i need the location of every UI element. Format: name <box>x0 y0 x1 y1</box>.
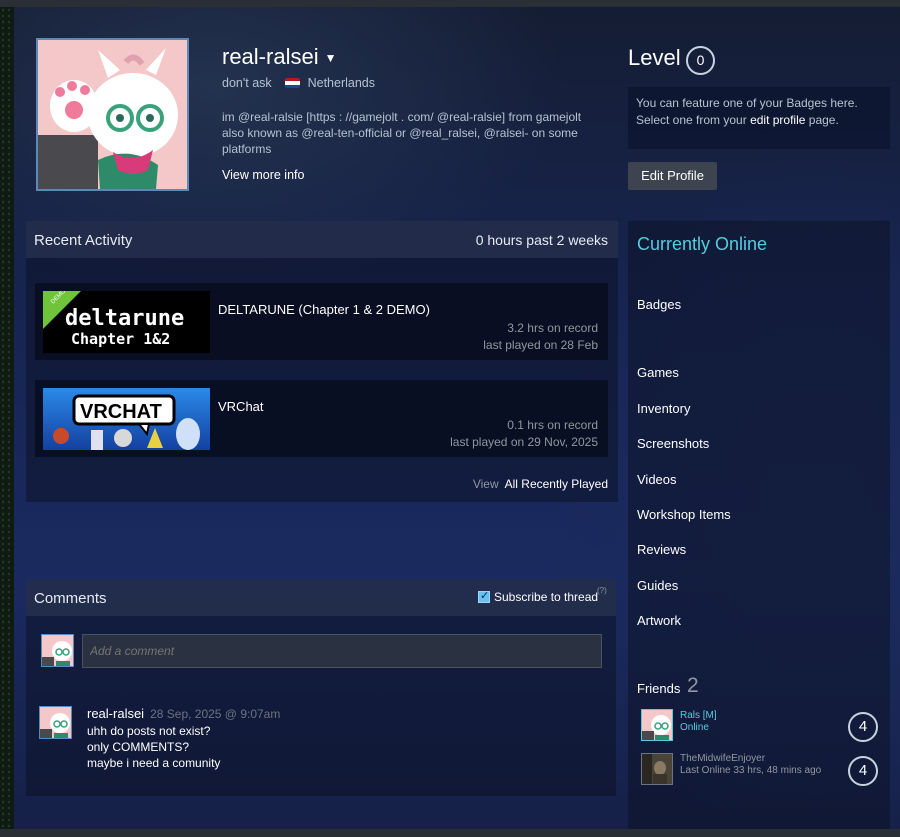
sidebar-item-games[interactable]: Games <box>637 365 679 380</box>
online-status: Currently Online <box>637 234 768 254</box>
game-last-played: last played on 28 Feb <box>483 338 598 352</box>
comment-line: uhh do posts not exist? <box>87 724 211 738</box>
recent-activity-summary: 0 hours past 2 weeks <box>475 232 608 248</box>
recent-activity-panel <box>26 221 618 502</box>
sidebar-item-screenshots[interactable]: Screenshots <box>637 436 709 451</box>
friend-name[interactable]: TheMidwifeEnjoyer <box>680 753 765 764</box>
sidebar-item-artwork[interactable]: Artwork <box>637 613 681 628</box>
profile-avatar[interactable] <box>36 38 189 191</box>
friend-level-badge: 4 <box>848 756 878 786</box>
chevron-down-icon[interactable]: ▼ <box>325 51 337 65</box>
window-bottom-bar <box>0 829 900 837</box>
avatar-image <box>38 40 187 189</box>
deltarune-capsule[interactable]: DEMO deltarune Chapter 1&2 <box>43 291 210 353</box>
friend-avatar-image <box>642 710 672 740</box>
profile-subline: don't ask Netherlands <box>222 76 375 90</box>
edit-profile-button[interactable]: Edit Profile <box>628 162 717 190</box>
comment-author-avatar[interactable] <box>39 706 72 739</box>
profile-name[interactable]: real-ralsei ▼ <box>222 44 336 70</box>
game-last-played: last played on 29 Nov, 2025 <box>450 435 598 449</box>
friends-count[interactable]: 2 <box>687 674 699 698</box>
netherlands-flag-icon <box>285 78 301 88</box>
friend-name[interactable]: Rals [M] <box>680 710 717 721</box>
friend-level-badge: 4 <box>848 712 878 742</box>
friend-avatar[interactable] <box>641 753 673 785</box>
sidebar-item-inventory[interactable]: Inventory <box>637 401 690 416</box>
profile-summary: im @real-ralsie [https : //gamejolt . co… <box>222 110 582 156</box>
comment-timestamp: 28 Sep, 2025 @ 9:07am <box>150 707 281 721</box>
view-recently-played: View All Recently Played <box>473 477 608 491</box>
game-hours: 0.1 hrs on record <box>507 418 598 432</box>
vrchat-capsule-art: VRCHAT <box>43 388 210 450</box>
comment-line: maybe i need a comunity <box>87 756 221 770</box>
recent-activity-header: Recent Activity 0 hours past 2 weeks <box>26 221 618 258</box>
edit-profile-link[interactable]: edit profile <box>750 113 805 127</box>
help-link[interactable]: (?) <box>597 586 607 595</box>
comment-author[interactable]: real-ralsei <box>87 706 144 721</box>
game-hours: 3.2 hrs on record <box>507 321 598 335</box>
background-edge <box>0 7 14 837</box>
level-label: Level <box>628 45 681 70</box>
friend-status: Last Online 33 hrs, 48 mins ago <box>680 765 822 776</box>
comment-line: only COMMENTS? <box>87 740 190 754</box>
comment-author-avatar-image <box>40 707 71 738</box>
game-name[interactable]: DELTARUNE (Chapter 1 & 2 DEMO) <box>218 302 430 317</box>
profile-name-text: real-ralsei <box>222 44 319 69</box>
featured-badge-note: You can feature one of your Badges here.… <box>628 87 890 149</box>
sidebar-item-videos[interactable]: Videos <box>637 472 677 487</box>
deltarune-capsule-art: DEMO deltarune Chapter 1&2 <box>43 291 210 353</box>
profile-tagline: don't ask <box>222 76 272 90</box>
recent-activity-title: Recent Activity <box>34 232 133 249</box>
comment-input[interactable] <box>82 634 602 668</box>
game-row-vrchat[interactable]: VRCHAT VRChat 0.1 hrs on record last pla… <box>35 380 608 457</box>
vrchat-capsule[interactable]: VRCHAT <box>43 388 210 450</box>
view-label: View <box>472 477 499 491</box>
sidebar-item-reviews[interactable]: Reviews <box>637 542 686 557</box>
sidebar-item-guides[interactable]: Guides <box>637 578 678 593</box>
comments-title: Comments <box>34 590 107 607</box>
window-top-bar <box>0 0 900 7</box>
badge-note-suffix: page. <box>808 113 839 127</box>
subscribe-label: Subscribe to thread <box>494 590 599 604</box>
commenter-avatar <box>41 634 74 667</box>
sidebar-item-badges[interactable]: Badges <box>637 297 681 312</box>
comment-header: real-ralsei 28 Sep, 2025 @ 9:07am <box>87 706 280 721</box>
friends-label[interactable]: Friends <box>637 681 680 696</box>
friend-avatar-image <box>642 754 672 784</box>
all-recently-played-link[interactable]: All Recently Played <box>505 477 608 491</box>
commenter-avatar-image <box>42 635 73 666</box>
game-name[interactable]: VRChat <box>218 399 264 414</box>
friend-status: Online <box>680 722 709 733</box>
view-more-info-link[interactable]: View more info <box>222 168 304 182</box>
deltarune-logo-text: deltarune <box>65 306 184 331</box>
deltarune-chapter-text: Chapter 1&2 <box>71 330 170 348</box>
vrchat-logo-text: VRCHAT <box>80 401 162 423</box>
friend-avatar[interactable] <box>641 709 673 741</box>
profile-country: Netherlands <box>307 76 376 90</box>
checkbox-checked-icon[interactable] <box>478 589 490 603</box>
level-badge: 0 <box>686 46 715 75</box>
sidebar-item-workshop-items[interactable]: Workshop Items <box>637 507 731 522</box>
game-row-deltarune[interactable]: DEMO deltarune Chapter 1&2 DELTARUNE (Ch… <box>35 283 608 360</box>
subscribe-checkbox[interactable]: Subscribe to thread <box>478 589 599 604</box>
